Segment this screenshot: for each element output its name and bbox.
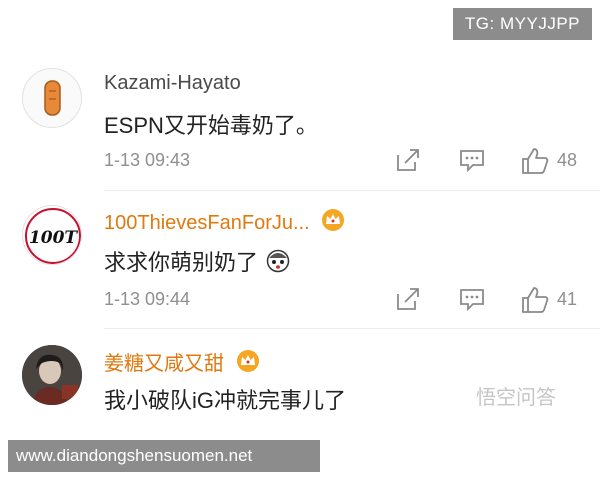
avatar[interactable] bbox=[22, 345, 82, 405]
comment-time: 1-13 09:43 bbox=[104, 150, 191, 170]
comment-actions: 1-13 09:43 48 bbox=[0, 146, 600, 176]
comment-username[interactable]: 100ThievesFanForJu... bbox=[104, 208, 345, 235]
comment-username[interactable]: Kazami-Hayato bbox=[104, 72, 241, 95]
team-logo-100t: 100T bbox=[25, 208, 81, 264]
user-portrait-image bbox=[22, 345, 82, 405]
like-icon[interactable] bbox=[520, 285, 550, 315]
username-text: 100ThievesFanForJu... bbox=[104, 212, 310, 234]
like-count: 48 bbox=[557, 150, 578, 170]
bread-icon bbox=[44, 80, 61, 116]
logo-text: 100T bbox=[29, 228, 78, 248]
avatar[interactable]: 100T bbox=[22, 205, 82, 265]
share-icon[interactable] bbox=[394, 285, 422, 313]
share-icon[interactable] bbox=[394, 146, 422, 174]
comment-text: 求求你萌别奶了 bbox=[104, 245, 290, 277]
comment-username[interactable]: 姜糖又咸又甜 bbox=[104, 347, 260, 376]
comment-text: 我小破队iG冲就完事儿了 bbox=[104, 388, 347, 413]
comment-time: 1-13 09:44 bbox=[104, 289, 191, 309]
like-count: 41 bbox=[557, 289, 578, 309]
tg-watermark: TG: MYYJJPP bbox=[452, 8, 592, 40]
wukong-watermark: 悟空问答 bbox=[476, 387, 556, 409]
site-watermark: www.diandongshensuomen.net bbox=[8, 440, 320, 472]
like-icon[interactable] bbox=[520, 146, 550, 176]
comment-icon[interactable] bbox=[458, 285, 486, 313]
avatar[interactable] bbox=[22, 68, 82, 128]
emoji-sticker-icon bbox=[266, 249, 290, 273]
divider bbox=[104, 190, 600, 191]
divider bbox=[104, 328, 600, 329]
vip-crown-icon bbox=[236, 350, 259, 372]
comment-icon[interactable] bbox=[458, 146, 486, 174]
comment-actions: 1-13 09:44 41 bbox=[0, 285, 600, 315]
username-text: 姜糖又咸又甜 bbox=[104, 353, 224, 375]
vip-crown-icon bbox=[322, 209, 345, 231]
comment-text: ESPN又开始毒奶了。 bbox=[104, 113, 318, 138]
